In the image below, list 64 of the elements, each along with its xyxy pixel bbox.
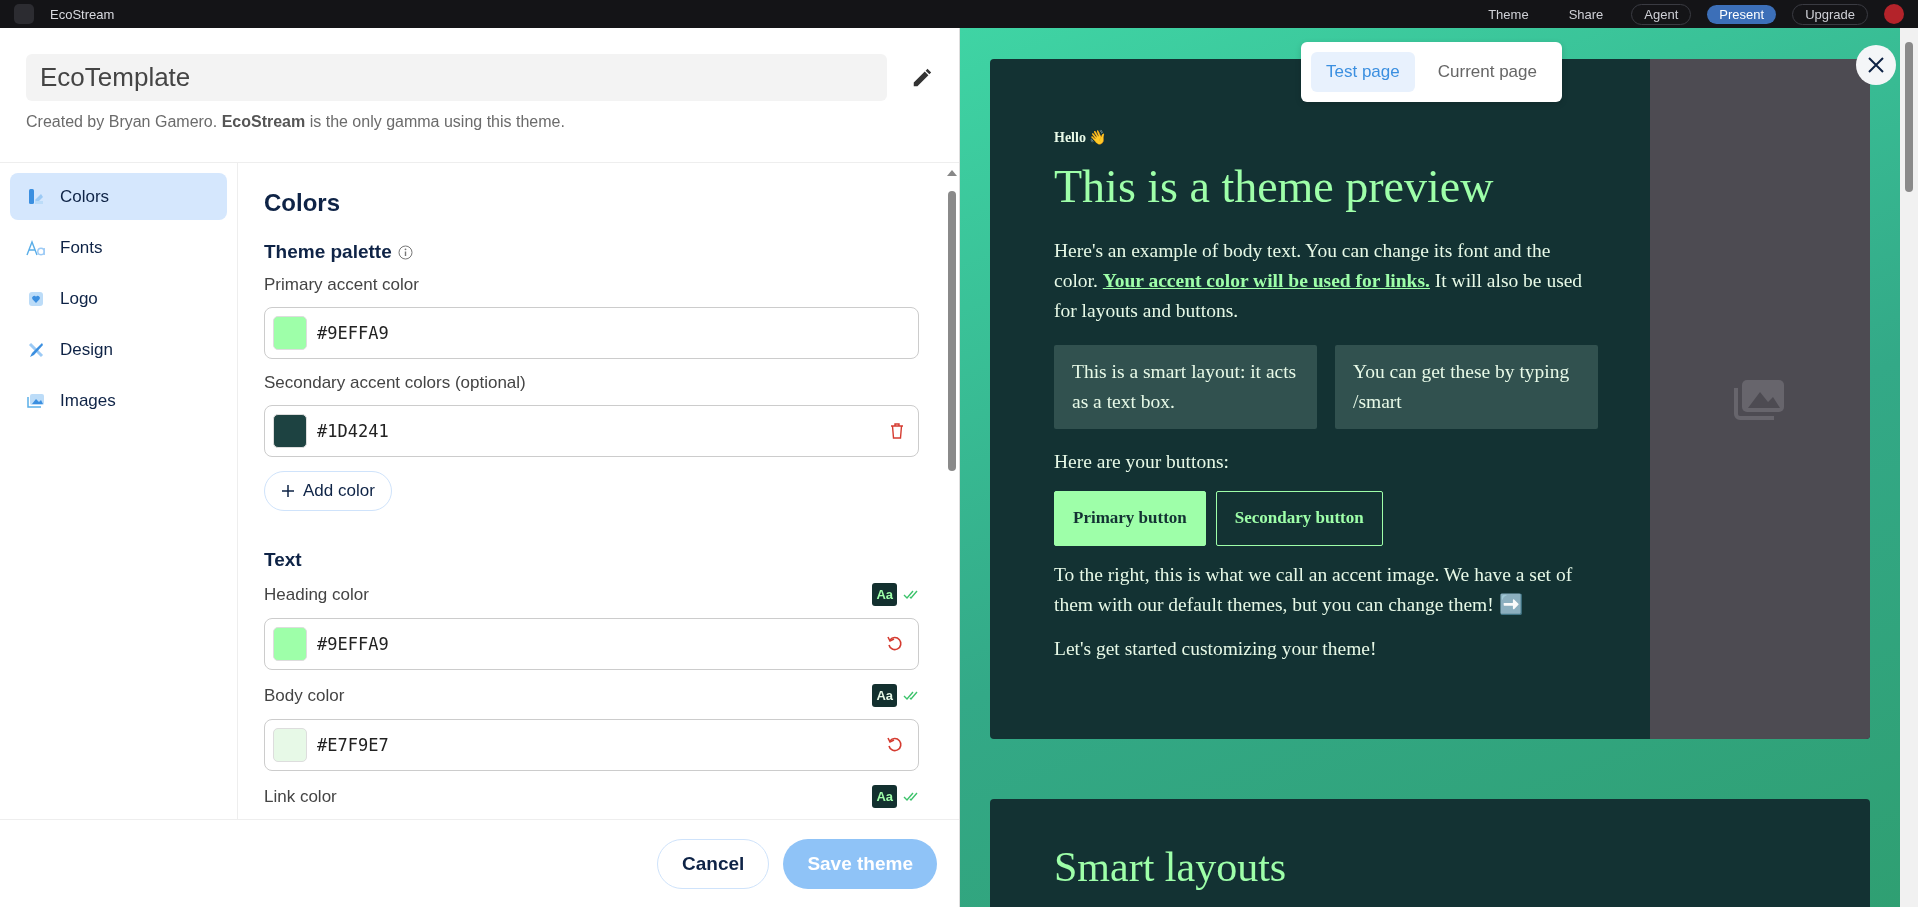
- section-heading: Text: [264, 549, 302, 571]
- field-label: Secondary accent colors (optional): [264, 373, 526, 393]
- contrast-preview: Aa: [872, 684, 897, 707]
- images-icon: [27, 392, 45, 409]
- add-color-button[interactable]: Add color: [264, 471, 392, 511]
- contrast-preview: Aa: [872, 785, 897, 808]
- smart-layout-box: This is a smart layout: it acts as a text box.: [1054, 344, 1317, 429]
- color-swatch[interactable]: [273, 316, 307, 350]
- scrollbar-thumb[interactable]: [1905, 42, 1913, 192]
- trash-icon[interactable]: [890, 423, 904, 439]
- heart-badge-icon: [28, 290, 44, 307]
- image-placeholder-icon: [1734, 378, 1786, 420]
- color-field[interactable]: #9EFFA9: [264, 618, 919, 670]
- field-label: Primary accent color: [264, 275, 419, 295]
- primary-button[interactable]: Primary button: [1054, 491, 1206, 546]
- sidebar-item[interactable]: Design: [10, 326, 227, 373]
- color-field[interactable]: #1D4241: [264, 405, 919, 457]
- close-icon: [1867, 56, 1885, 74]
- preview-heading: This is a theme preview: [1054, 159, 1495, 214]
- buttons-intro: Here are your buttons:: [1054, 449, 1230, 474]
- preview-heading: Smart layouts: [1054, 843, 1288, 891]
- document-title[interactable]: EcoStream: [50, 6, 115, 22]
- field-label: Heading color: [264, 584, 369, 605]
- section-heading: Theme palette: [264, 241, 392, 263]
- undo-icon[interactable]: [886, 635, 904, 653]
- avatar[interactable]: [1884, 4, 1904, 24]
- toolbar-button[interactable]: Share: [1556, 4, 1616, 24]
- sidebar-item[interactable]: Fonts: [10, 224, 227, 271]
- color-field[interactable]: #E7F9E7: [264, 719, 919, 771]
- brush-icon: [27, 340, 45, 359]
- theme-info-text: Created by Bryan Gamero. EcoStream is the only gamma using this theme.: [26, 113, 566, 131]
- section-title: Colors: [264, 189, 341, 217]
- color-swatch[interactable]: [273, 728, 307, 762]
- font-icon: [26, 239, 46, 256]
- greeting: Hello 👋: [1054, 129, 1108, 147]
- body-paragraph: Here's an example of body text. You can change its font and the color. Your accent color will be used for links. It will also be used for layouts and buttons.: [1054, 238, 1584, 324]
- page-tab[interactable]: Current page: [1422, 52, 1552, 92]
- field-label: Link color: [264, 786, 337, 807]
- sidebar-item[interactable]: Logo: [10, 275, 227, 322]
- color-swatch[interactable]: [273, 414, 307, 448]
- cancel-button[interactable]: Cancel: [657, 838, 770, 889]
- plus-icon: [281, 484, 295, 498]
- closing-text: Let's get started customizing your theme!: [1054, 636, 1378, 661]
- undo-icon[interactable]: [886, 736, 904, 754]
- sidebar-item[interactable]: Colors: [10, 173, 227, 220]
- smart-layout-box: You can get these by typing /smart: [1335, 344, 1598, 429]
- color-swatch[interactable]: [273, 627, 307, 661]
- scroll-up-icon[interactable]: [947, 169, 957, 177]
- scrollbar-thumb[interactable]: [948, 191, 956, 471]
- toolbar-button[interactable]: Present: [1707, 4, 1777, 24]
- close-button[interactable]: [1856, 45, 1896, 85]
- accent-paragraph: To the right, this is what we call an accent image. We have a set of them with our default themes, but you can change them! ➡: [1054, 562, 1574, 617]
- theme-name-field[interactable]: EcoTemplate: [26, 54, 887, 101]
- info-icon[interactable]: [397, 244, 413, 260]
- palette-icon: [27, 187, 45, 206]
- sidebar-item[interactable]: Images: [10, 377, 227, 424]
- contrast-preview: Aa: [872, 583, 897, 606]
- accent-link[interactable]: Your accent color will be used for links.: [1102, 270, 1430, 292]
- field-label: Body color: [264, 685, 345, 706]
- scrollbar[interactable]: [1900, 28, 1918, 907]
- toolbar-button[interactable]: Theme: [1476, 4, 1541, 24]
- secondary-button[interactable]: Secondary button: [1215, 491, 1383, 546]
- pencil-icon[interactable]: [911, 66, 933, 89]
- color-field[interactable]: #9EFFA9: [264, 307, 919, 359]
